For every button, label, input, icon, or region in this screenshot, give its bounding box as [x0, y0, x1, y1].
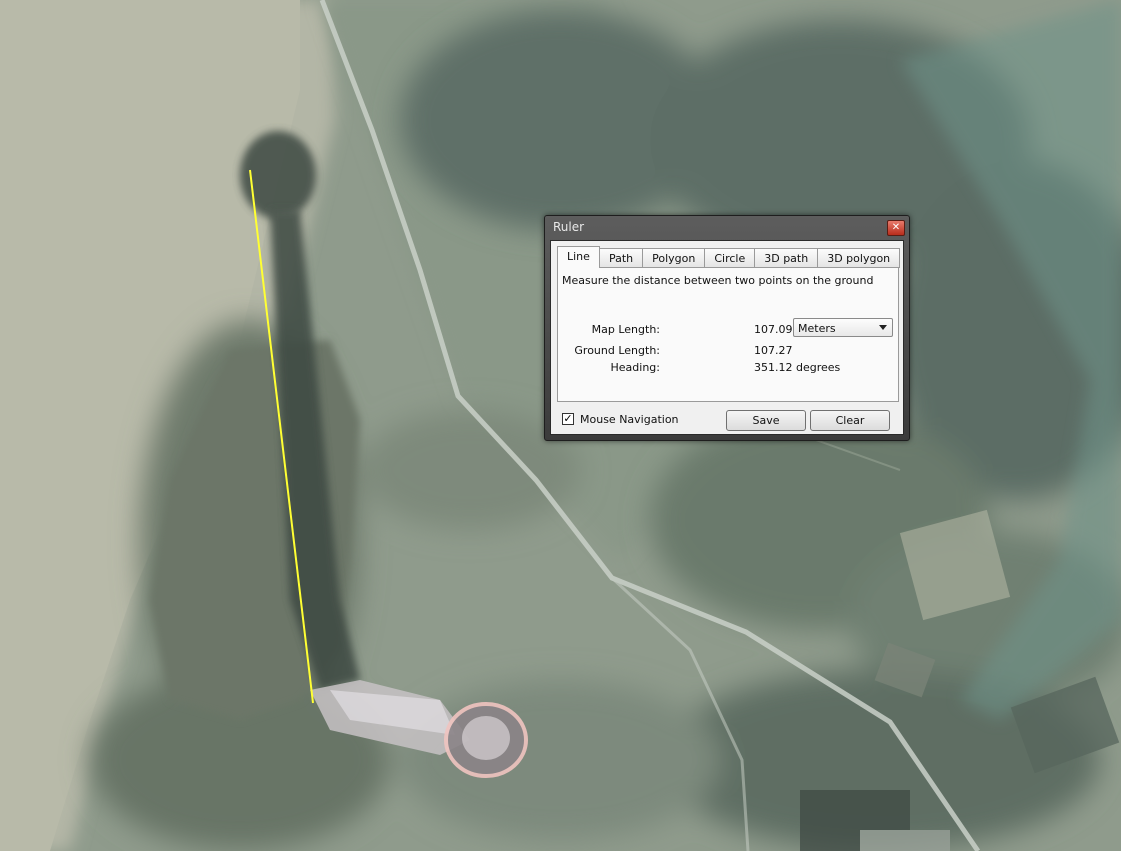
dialog-title: Ruler: [553, 220, 585, 234]
line-tab-panel: Measure the distance between two points …: [557, 267, 899, 402]
heading-label: Heading:: [610, 361, 660, 374]
ruler-titlebar[interactable]: Ruler ✕: [545, 216, 909, 238]
clear-button[interactable]: Clear: [810, 410, 890, 431]
map-length-value: 107.09: [754, 323, 793, 336]
ground-length-label: Ground Length:: [574, 344, 660, 357]
mouse-navigation-checkbox[interactable]: ✓: [562, 413, 574, 425]
ruler-tabs: Line Path Polygon Circle 3D path 3D poly…: [557, 246, 901, 268]
tab-circle[interactable]: Circle: [704, 248, 756, 268]
unit-selected: Meters: [798, 322, 836, 335]
mouse-navigation-label[interactable]: Mouse Navigation: [580, 413, 679, 426]
tab-3d-polygon[interactable]: 3D polygon: [817, 248, 901, 268]
measure-description: Measure the distance between two points …: [562, 274, 874, 287]
ground-length-value: 107.27: [754, 344, 793, 357]
unit-dropdown[interactable]: Meters: [793, 318, 893, 337]
tab-polygon[interactable]: Polygon: [642, 248, 706, 268]
close-icon[interactable]: ✕: [887, 220, 905, 236]
save-button[interactable]: Save: [726, 410, 806, 431]
chevron-down-icon: [879, 325, 887, 330]
heading-value: 351.12 degrees: [754, 361, 841, 374]
ruler-client: Line Path Polygon Circle 3D path 3D poly…: [550, 240, 904, 435]
map-length-label: Map Length:: [591, 323, 660, 336]
tab-line[interactable]: Line: [557, 246, 600, 268]
tab-path[interactable]: Path: [598, 248, 644, 268]
ruler-dialog: Ruler ✕ Line Path Polygon Circle 3D path…: [544, 215, 910, 441]
tab-3d-path[interactable]: 3D path: [754, 248, 819, 268]
